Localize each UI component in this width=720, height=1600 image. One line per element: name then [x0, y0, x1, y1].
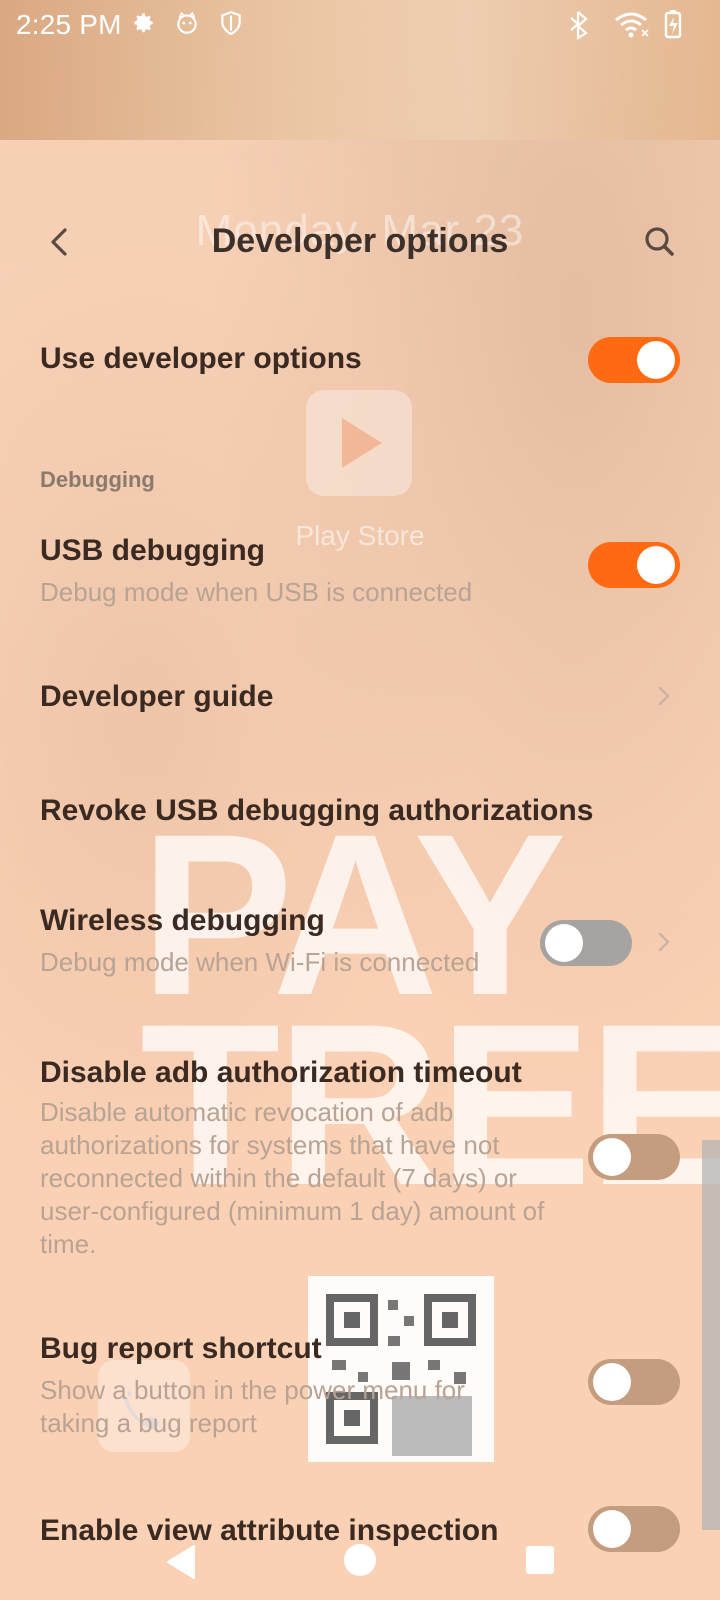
- nav-back-icon[interactable]: [160, 1540, 204, 1584]
- app-header: Monday, Mar 23 Developer options: [0, 200, 720, 290]
- toggle-knob: [593, 1138, 631, 1176]
- use-developer-options-label: Use developer options: [40, 342, 362, 375]
- developer-guide-row[interactable]: Developer guide: [0, 666, 720, 736]
- ghost-play-store-icon: [306, 390, 412, 496]
- toggle-knob: [545, 924, 583, 962]
- usb-debugging-toggle[interactable]: [588, 542, 680, 588]
- disable-adb-timeout-label: Disable adb authorization timeout: [40, 1056, 522, 1089]
- bluetooth-icon: [570, 11, 588, 40]
- toggle-knob: [593, 1363, 631, 1401]
- status-time: 2:25 PM: [16, 9, 122, 40]
- cat-face-icon: [177, 11, 197, 34]
- nav-recents-icon[interactable]: [522, 1542, 558, 1578]
- chevron-right-icon: [658, 932, 670, 952]
- bug-report-shortcut-label: Bug report shortcut: [40, 1332, 322, 1365]
- wireless-debugging-label: Wireless debugging: [40, 904, 325, 937]
- shield-icon: [221, 11, 241, 36]
- chevron-right-icon: [658, 686, 670, 706]
- bug-report-shortcut-toggle[interactable]: [588, 1359, 680, 1405]
- navigation-bar: [0, 1530, 720, 1600]
- toggle-knob: [637, 546, 675, 584]
- wireless-debugging-toggle[interactable]: [540, 920, 632, 966]
- usb-debugging-label: USB debugging: [40, 534, 265, 567]
- usb-debugging-subtitle: Debug mode when USB is connected: [40, 577, 473, 607]
- disable-adb-timeout-toggle[interactable]: [588, 1134, 680, 1180]
- page-title: Developer options: [211, 222, 509, 260]
- use-developer-options-row[interactable]: Use developer options: [0, 320, 720, 400]
- usb-debugging-row[interactable]: USB debugging Debug mode when USB is con…: [0, 520, 720, 620]
- gear-icon: [134, 13, 153, 33]
- developer-guide-label: Developer guide: [40, 680, 274, 713]
- use-developer-options-toggle[interactable]: [588, 337, 680, 383]
- toggle-knob: [637, 341, 675, 379]
- wifi-icon: [615, 12, 649, 38]
- revoke-usb-authorizations-label: Revoke USB debugging authorizations: [40, 794, 594, 827]
- disable-adb-timeout-row[interactable]: Disable adb authorization timeout Disabl…: [0, 1032, 720, 1262]
- disable-adb-timeout-subtitle: Disable automatic revocation of adb auth…: [40, 1097, 545, 1259]
- status-bar: 2:25 PM: [0, 0, 720, 48]
- bug-report-shortcut-row[interactable]: Bug report shortcut Show a button in the…: [0, 1320, 720, 1438]
- revoke-usb-authorizations-row[interactable]: Revoke USB debugging authorizations: [0, 780, 720, 850]
- debugging-section-header: Debugging: [40, 467, 155, 492]
- nav-home-icon[interactable]: [340, 1540, 380, 1580]
- bug-report-shortcut-subtitle: Show a button in the power menu for taki…: [40, 1375, 465, 1438]
- battery-charging-icon: [664, 10, 682, 39]
- wireless-debugging-subtitle: Debug mode when Wi-Fi is connected: [40, 947, 480, 977]
- search-icon[interactable]: [636, 218, 684, 266]
- wireless-debugging-row[interactable]: Wireless debugging Debug mode when Wi-Fi…: [0, 890, 720, 990]
- status-right-icons: [570, 10, 682, 40]
